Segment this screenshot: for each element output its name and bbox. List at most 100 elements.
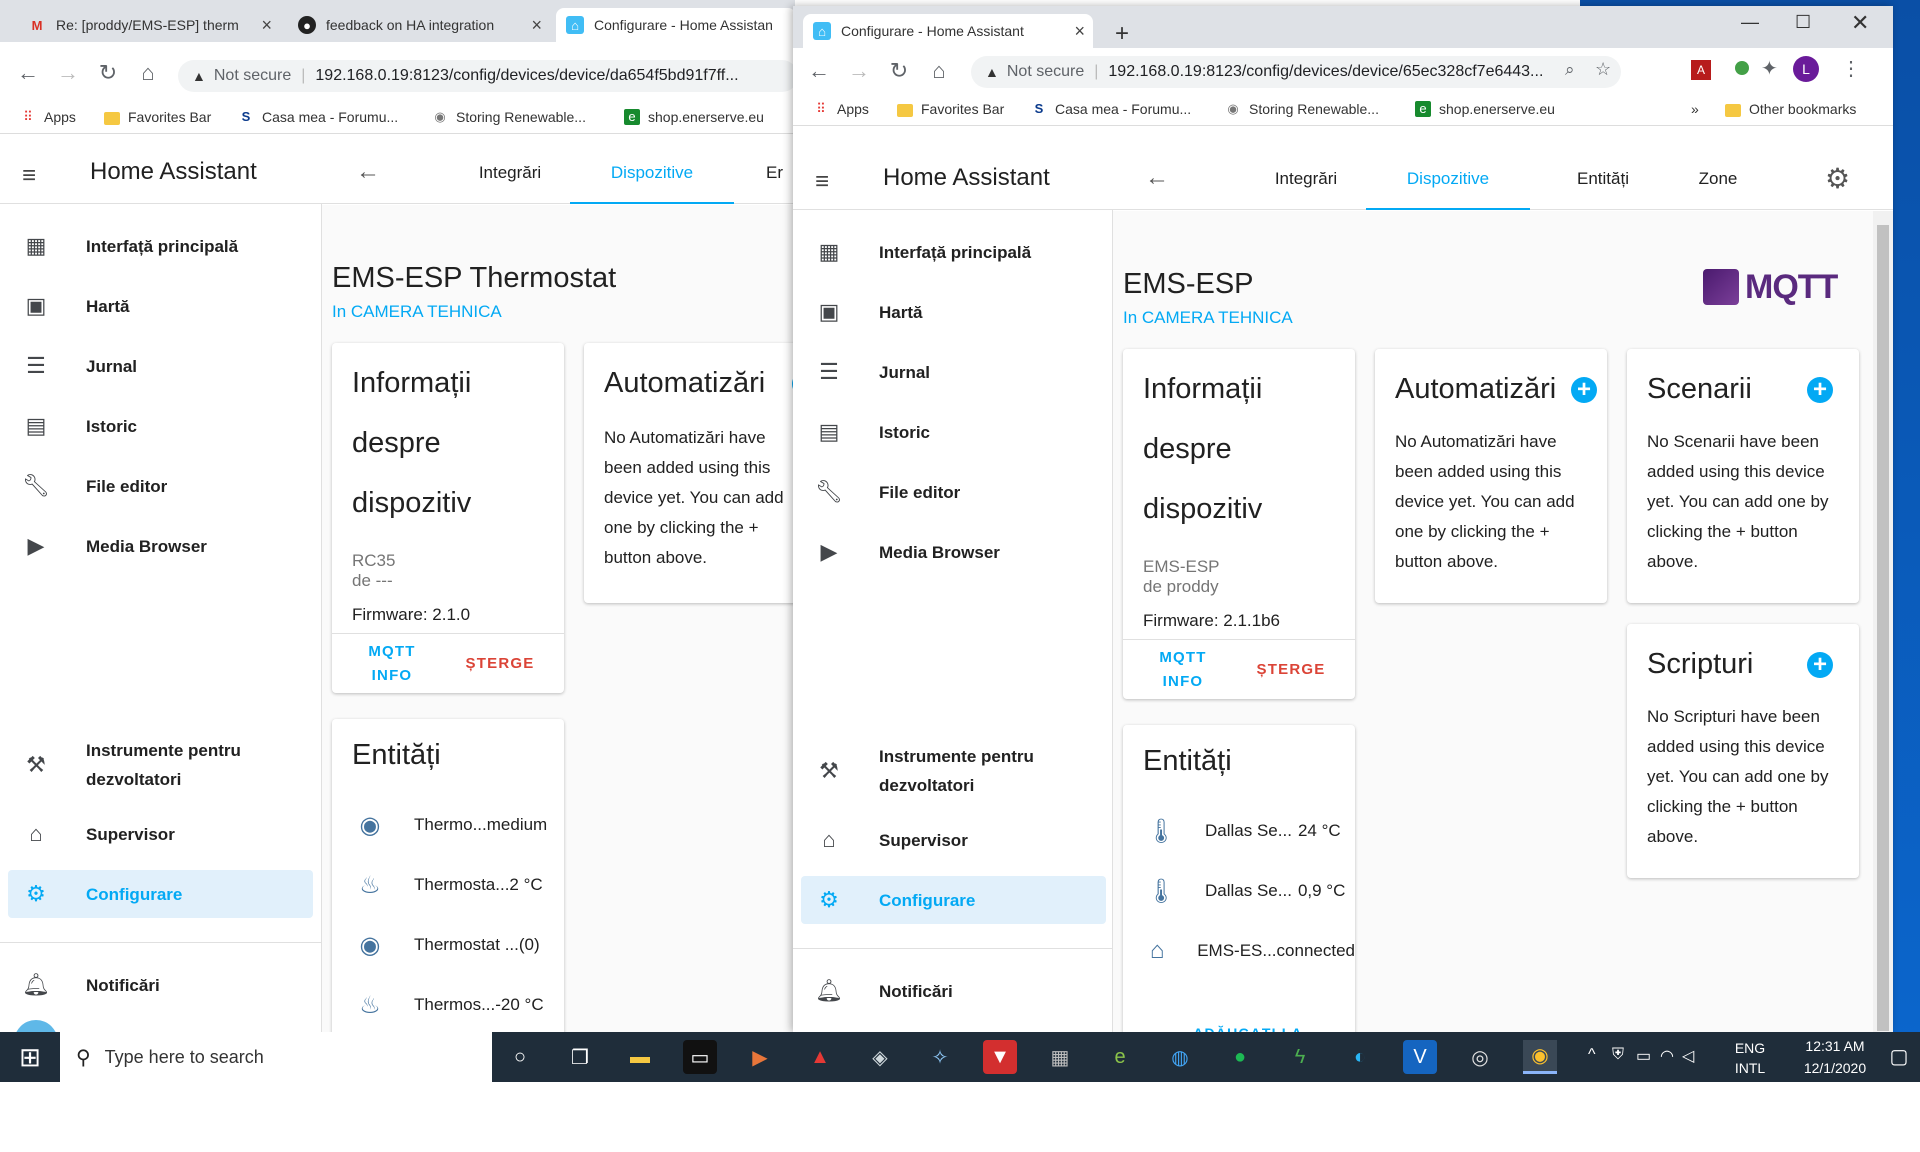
scrollbar[interactable] xyxy=(1873,211,1893,1032)
tab-gmail[interactable]: M Re: [proddy/EMS-ESP] therm × xyxy=(18,8,280,42)
tab-dispozitive[interactable]: Dispozitive xyxy=(570,142,734,204)
tab-dispozitive[interactable]: Dispozitive xyxy=(1366,148,1530,210)
forward-icon[interactable]: → xyxy=(56,60,80,86)
sidebar-item-developer-tools[interactable]: ⚒ Instrumente pentru dezvoltatori xyxy=(8,734,313,796)
sidebar-item-notifications[interactable]: 🔔︎ Notificări xyxy=(801,967,1106,1015)
gear-icon[interactable]: ⚙ xyxy=(1825,162,1850,195)
zoom-icon[interactable]: ⌕ xyxy=(1565,60,1575,80)
device-area-link[interactable]: In CAMERA TEHNICA xyxy=(1123,308,1293,328)
device-area-link[interactable]: In CAMERA TEHNICA xyxy=(332,302,502,322)
sidebar-item-logbook[interactable]: ☰ Jurnal xyxy=(801,348,1106,396)
sidebar-item-media-browser[interactable]: ▶ Media Browser xyxy=(801,528,1106,576)
home-icon[interactable]: ⌂ xyxy=(927,58,951,84)
tab-entitati[interactable]: Entități xyxy=(1543,148,1663,210)
sidebar-item-logbook[interactable]: ☰ Jurnal xyxy=(8,342,313,390)
media-player-icon[interactable]: ▶ xyxy=(743,1040,777,1074)
delete-button[interactable]: ȘTERGE xyxy=(460,652,540,676)
spotify-icon[interactable]: ● xyxy=(1223,1040,1257,1074)
windows-start-icon[interactable]: ⊞ xyxy=(0,1032,60,1082)
volume-icon[interactable]: ◁ xyxy=(1682,1046,1694,1066)
entity-row[interactable]: ◉ Thermo... medium xyxy=(332,795,564,855)
play-circle-icon[interactable]: ◎ xyxy=(1463,1040,1497,1074)
back-arrow-icon[interactable]: ← xyxy=(1145,164,1169,192)
back-icon[interactable]: ← xyxy=(807,58,831,84)
bookmark-favorites[interactable]: Favorites Bar xyxy=(104,109,211,125)
tab-integrari[interactable]: Integrări xyxy=(448,142,572,204)
tab-entitati[interactable]: Er xyxy=(766,142,795,204)
wifi-icon[interactable]: ◠ xyxy=(1660,1046,1674,1066)
bookmark-storing[interactable]: ◉ Storing Renewable... xyxy=(1225,101,1379,117)
add-script-button[interactable]: + xyxy=(1807,652,1833,678)
taskbar-search[interactable]: ⚲ Type here to search xyxy=(60,1032,492,1082)
cortana-icon[interactable]: ○ xyxy=(503,1040,537,1074)
close-icon[interactable]: × xyxy=(531,15,542,36)
address-bar[interactable]: ▲ Not secure | 192.168.0.19:8123/config/… xyxy=(178,60,795,92)
globe-icon[interactable]: ◍ xyxy=(1163,1040,1197,1074)
sidebar-item-supervisor[interactable]: ⌂ Supervisor xyxy=(801,816,1106,864)
bookmark-other[interactable]: Other bookmarks xyxy=(1725,101,1856,117)
entity-row[interactable]: ♨ Thermosta... 2 °C xyxy=(332,855,564,915)
forward-icon[interactable]: → xyxy=(847,58,871,84)
close-icon[interactable]: × xyxy=(1074,21,1085,42)
sidebar-item-supervisor[interactable]: ⌂ Supervisor xyxy=(8,810,313,858)
sidebar-item-map[interactable]: ▣ Hartă xyxy=(8,282,313,330)
address-bar[interactable]: ▲ Not secure | 192.168.0.19:8123/config/… xyxy=(971,56,1621,88)
bookmark-storing[interactable]: ◉ Storing Renewable... xyxy=(432,109,586,125)
scrollbar-thumb[interactable] xyxy=(1877,225,1889,1031)
sidebar-item-history[interactable]: ▤ Istoric xyxy=(801,408,1106,456)
extension-icon[interactable] xyxy=(1735,61,1749,75)
sidebar-item-media-browser[interactable]: ▶ Media Browser xyxy=(8,522,313,570)
bookmark-enerserve[interactable]: e shop.enerserve.eu xyxy=(1415,101,1555,117)
reload-icon[interactable]: ↻ xyxy=(887,58,911,84)
menu-icon[interactable]: ≡ xyxy=(815,168,829,196)
sidebar-item-overview[interactable]: ▦ Interfață principală xyxy=(8,222,313,270)
sidebar-item-developer-tools[interactable]: ⚒ Instrumente pentru dezvoltatori xyxy=(801,740,1106,802)
bookmark-apps[interactable]: ⠿ Apps xyxy=(20,109,76,125)
pdf-extension-icon[interactable]: A xyxy=(1691,60,1711,80)
notification-center-icon[interactable]: ▢ xyxy=(1884,1032,1914,1082)
calendar-app-icon[interactable]: ▼ xyxy=(983,1040,1017,1074)
delete-button[interactable]: ȘTERGE xyxy=(1251,658,1331,682)
app-icon[interactable]: ▲ xyxy=(803,1040,837,1074)
entity-row[interactable]: ♨ Thermos... -20 °C xyxy=(332,975,564,1032)
terminal-icon[interactable]: ▭ xyxy=(683,1040,717,1074)
reload-icon[interactable]: ↻ xyxy=(96,60,120,86)
bookmark-enerserve[interactable]: e shop.enerserve.eu xyxy=(624,109,764,125)
sidebar-item-file-editor[interactable]: 🔧︎ File editor xyxy=(801,468,1106,516)
entity-row[interactable]: 🌡︎ Dallas Se... 24 °C xyxy=(1123,801,1355,861)
vs-icon[interactable]: ✧ xyxy=(923,1040,957,1074)
mqtt-info-button[interactable]: MQTT INFO xyxy=(362,640,422,688)
sidebar-item-history[interactable]: ▤ Istoric xyxy=(8,402,313,450)
bookmark-casa-mea[interactable]: S Casa mea - Forumu... xyxy=(1031,101,1192,117)
battery-icon[interactable]: ▭ xyxy=(1636,1046,1651,1066)
close-icon[interactable]: × xyxy=(261,15,272,36)
tab-configurare[interactable]: ⌂ Configurare - Home Assistant × xyxy=(803,14,1093,48)
tab-configurare[interactable]: ⌂ Configurare - Home Assistan xyxy=(556,8,795,42)
network-app-icon[interactable]: ◈ xyxy=(863,1040,897,1074)
entity-row[interactable]: ◉ Thermostat ... (0) xyxy=(332,915,564,975)
calculator-icon[interactable]: ▦ xyxy=(1043,1040,1077,1074)
sidebar-item-notifications[interactable]: 🔔︎ Notificări xyxy=(8,961,313,1009)
minimize-icon[interactable]: — xyxy=(1741,12,1759,33)
more-bookmarks[interactable]: » xyxy=(1691,101,1699,117)
tab-zone[interactable]: Zone xyxy=(1663,148,1773,210)
new-tab-icon[interactable]: + xyxy=(1115,20,1129,48)
profile-avatar[interactable]: L xyxy=(1793,56,1819,82)
home-icon[interactable]: ⌂ xyxy=(136,60,160,86)
mqtt-info-button[interactable]: MQTT INFO xyxy=(1153,646,1213,694)
sidebar-item-configurare[interactable]: ⚙ Configurare xyxy=(8,870,313,918)
back-arrow-icon[interactable]: ← xyxy=(356,158,380,186)
bookmark-apps[interactable]: ⠿ Apps xyxy=(813,101,869,117)
shield-icon[interactable]: ⛨ xyxy=(1612,1046,1624,1064)
menu-icon[interactable]: ≡ xyxy=(22,162,36,190)
add-scene-button[interactable]: + xyxy=(1807,377,1833,403)
file-explorer-icon[interactable]: ▬ xyxy=(623,1040,657,1074)
vc-app-icon[interactable]: V xyxy=(1403,1040,1437,1074)
language-indicator[interactable]: ENG INTL xyxy=(1720,1032,1780,1082)
e-app-icon[interactable]: e xyxy=(1103,1040,1137,1074)
edge-icon[interactable]: ◐ xyxy=(1343,1040,1377,1074)
tab-integrari[interactable]: Integrări xyxy=(1243,148,1369,210)
back-icon[interactable]: ← xyxy=(16,60,40,86)
bookmark-favorites[interactable]: Favorites Bar xyxy=(897,101,1004,117)
kebab-menu-icon[interactable]: ⋮ xyxy=(1841,56,1861,81)
